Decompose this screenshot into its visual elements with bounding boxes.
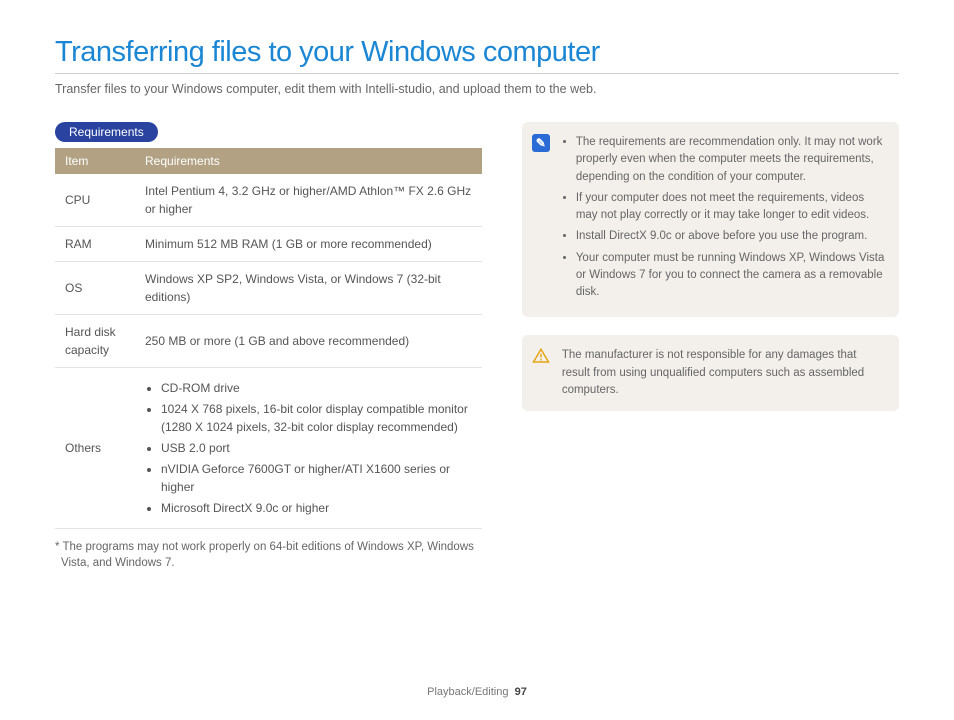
list-item: If your computer does not meet the requi…	[576, 190, 885, 225]
footnote: * The programs may not work properly on …	[55, 539, 482, 571]
table-row: OS Windows XP SP2, Windows Vista, or Win…	[55, 262, 482, 315]
list-item: Install DirectX 9.0c or above before you…	[576, 228, 885, 245]
table-row: Hard disk capacity 250 MB or more (1 GB …	[55, 315, 482, 368]
table-row: RAM Minimum 512 MB RAM (1 GB or more rec…	[55, 227, 482, 262]
warning-note-box: The manufacturer is not responsible for …	[522, 335, 899, 411]
table-row-others: Others CD-ROM drive 1024 X 768 pixels, 1…	[55, 368, 482, 529]
intro-text: Transfer files to your Windows computer,…	[55, 82, 899, 96]
list-item: The requirements are recommendation only…	[576, 134, 885, 186]
warning-text: The manufacturer is not responsible for …	[562, 349, 864, 396]
requirements-badge: Requirements	[55, 122, 158, 142]
list-item: Your computer must be running Windows XP…	[576, 250, 885, 302]
left-column: Requirements Item Requirements CPU Intel…	[55, 122, 482, 571]
table-row: CPU Intel Pentium 4, 3.2 GHz or higher/A…	[55, 174, 482, 227]
info-note-box: ✎ The requirements are recommendation on…	[522, 122, 899, 317]
list-item: USB 2.0 port	[161, 439, 472, 457]
col-item: Item	[55, 148, 135, 174]
note-icon: ✎	[532, 134, 550, 152]
list-item: CD-ROM drive	[161, 379, 472, 397]
list-item: Microsoft DirectX 9.0c or higher	[161, 499, 472, 517]
footer-section: Playback/Editing	[427, 686, 508, 698]
warning-icon	[532, 347, 550, 365]
page-number: 97	[515, 686, 527, 698]
right-column: ✎ The requirements are recommendation on…	[522, 122, 899, 571]
page-footer: Playback/Editing 97	[0, 686, 954, 698]
col-requirements: Requirements	[135, 148, 482, 174]
list-item: nVIDIA Geforce 7600GT or higher/ATI X160…	[161, 460, 472, 496]
list-item: 1024 X 768 pixels, 16-bit color display …	[161, 400, 472, 436]
page-title: Transferring files to your Windows compu…	[55, 36, 899, 74]
requirements-table: Item Requirements CPU Intel Pentium 4, 3…	[55, 148, 482, 529]
